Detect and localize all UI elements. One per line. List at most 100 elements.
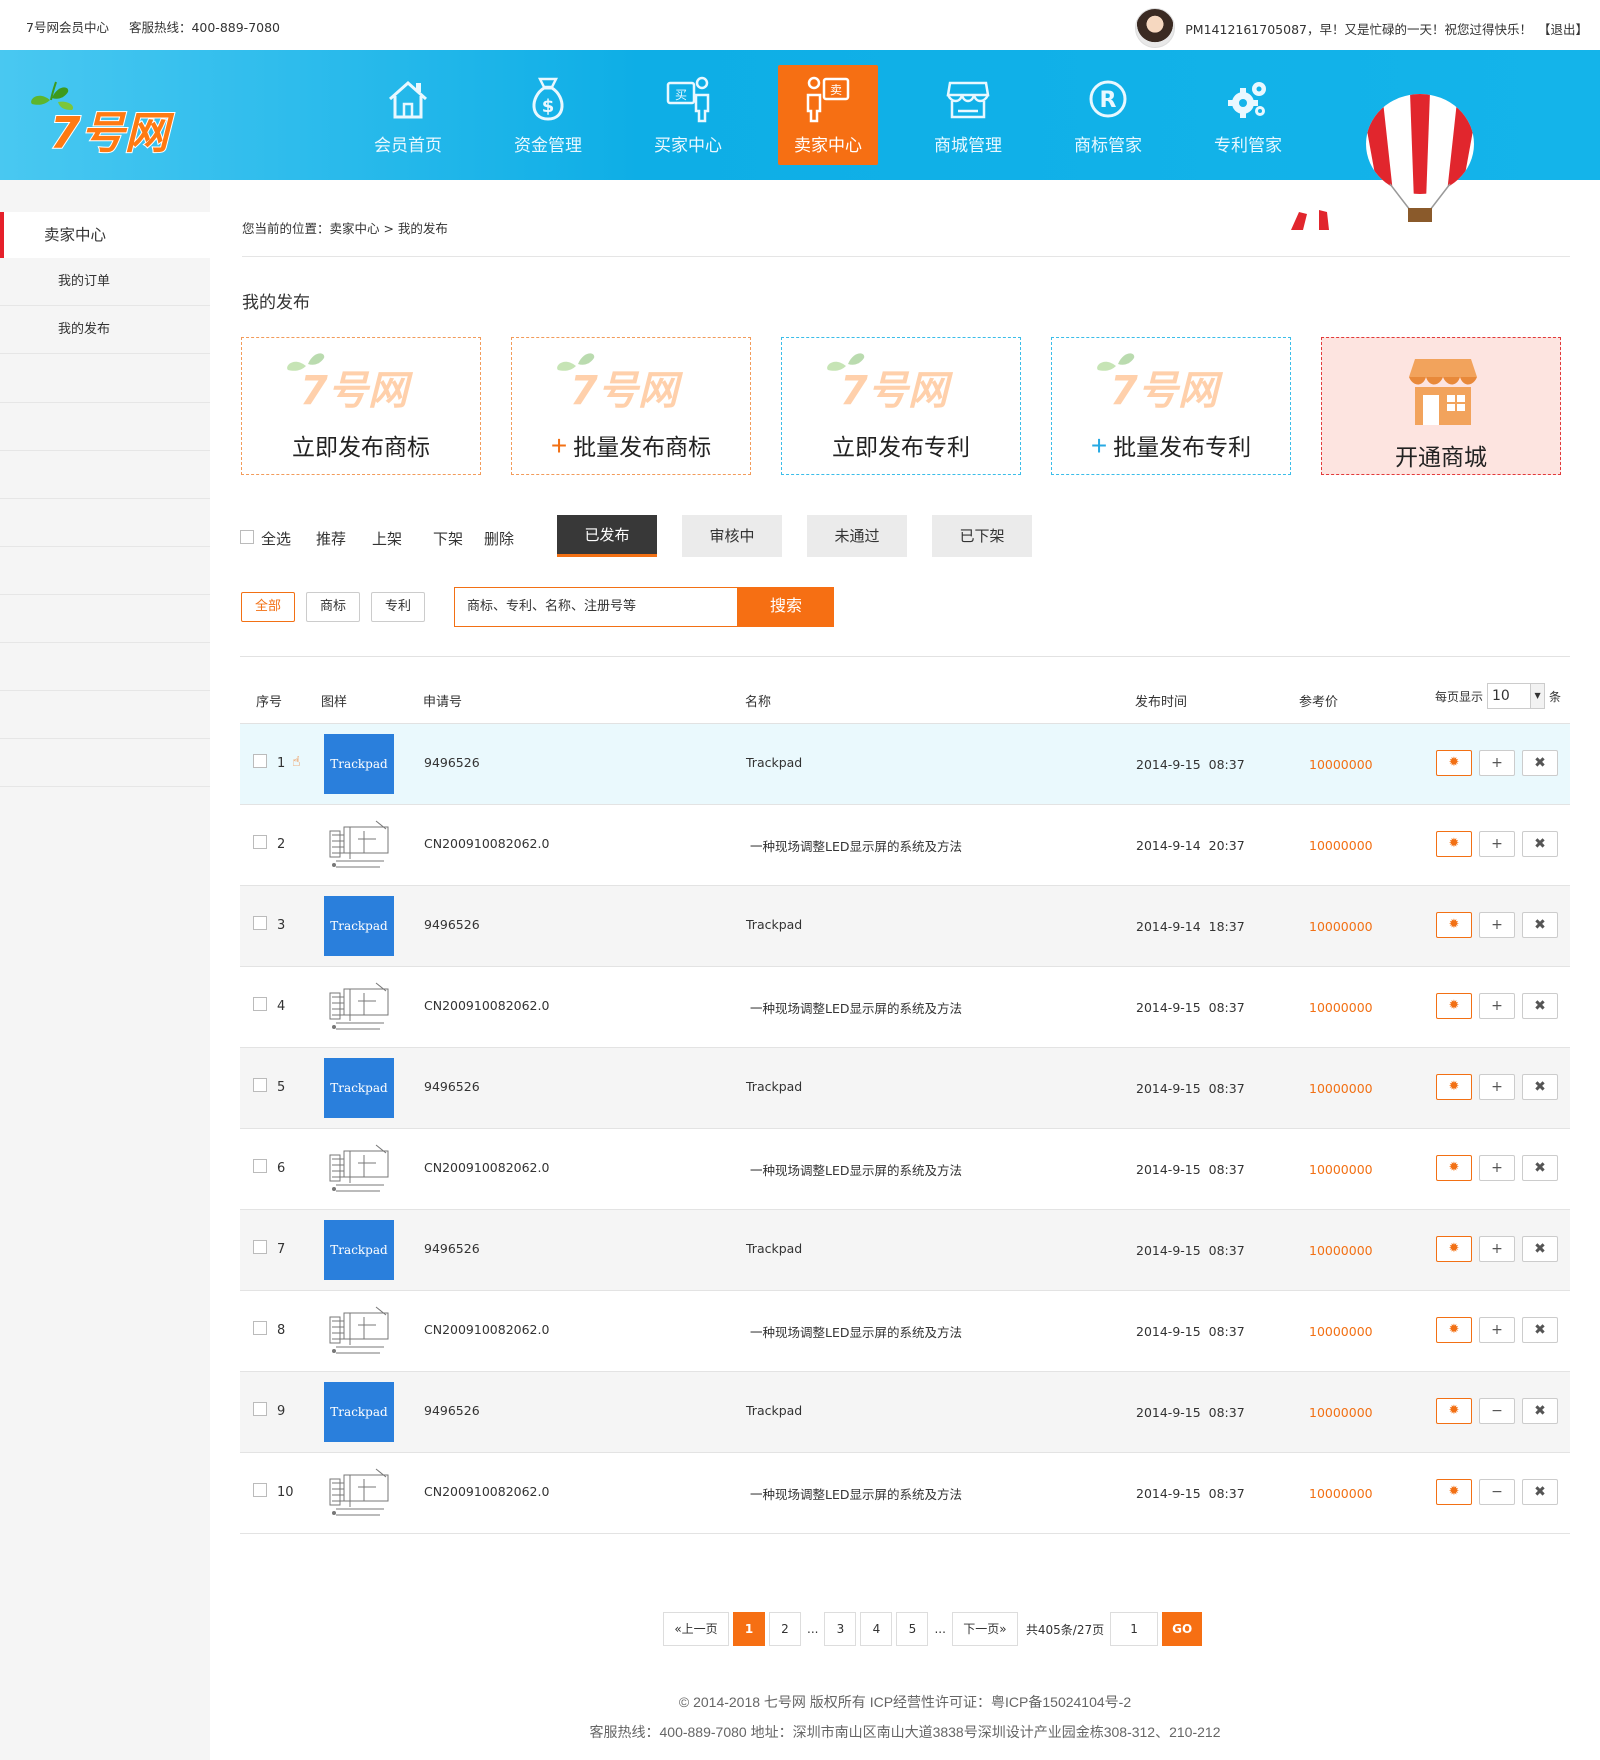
edit-gear-button[interactable]: ✹ bbox=[1436, 1398, 1472, 1424]
row-checkbox[interactable] bbox=[253, 997, 267, 1011]
row-checkbox[interactable] bbox=[253, 1240, 267, 1254]
trademark-thumbnail[interactable]: Trackpad bbox=[324, 1220, 394, 1280]
delete-button[interactable]: 删除 bbox=[484, 528, 514, 549]
table-row[interactable]: 3 Trackpad 9496526 Trackpad 2014-9-14 18:37 1… bbox=[240, 886, 1570, 967]
batch-publish-trademark-card[interactable]: 7号网 + 批量发布商标 bbox=[511, 337, 751, 475]
row-name[interactable]: 一种现场调整LED显示屏的系统及方法 bbox=[750, 836, 962, 855]
row-name[interactable]: 一种现场调整LED显示屏的系统及方法 bbox=[750, 998, 962, 1017]
trademark-thumbnail[interactable]: Trackpad bbox=[324, 896, 394, 956]
logout-link[interactable]: 【退出】 bbox=[1538, 19, 1588, 38]
table-row[interactable]: 8 CN200910082062.0 一种现场调整LED显示屏的系统及方法 2014-… bbox=[240, 1291, 1570, 1372]
edit-gear-button[interactable]: ✹ bbox=[1436, 1155, 1472, 1181]
edit-gear-button[interactable]: ✹ bbox=[1436, 750, 1472, 776]
sidebar-head-seller-center[interactable]: 卖家中心 bbox=[0, 212, 210, 258]
table-row[interactable]: 10 CN200910082062.0 一种现场调整LED显示屏的系统及方法 2014… bbox=[240, 1453, 1570, 1534]
row-checkbox[interactable] bbox=[253, 1483, 267, 1497]
page-2[interactable]: 2 bbox=[769, 1612, 801, 1646]
tab-published[interactable]: 已发布 bbox=[557, 515, 657, 557]
filter-all[interactable]: 全部 bbox=[241, 592, 295, 622]
delete-row-button[interactable]: ✖ bbox=[1522, 1317, 1558, 1343]
table-row[interactable]: 4 CN200910082062.0 一种现场调整LED显示屏的系统及方法 2014-… bbox=[240, 967, 1570, 1048]
row-checkbox[interactable] bbox=[253, 1159, 267, 1173]
next-page-button[interactable]: 下一页» bbox=[951, 1612, 1018, 1646]
table-row[interactable]: 6 CN200910082062.0 一种现场调整LED显示屏的系统及方法 2014-… bbox=[240, 1129, 1570, 1210]
batch-publish-patent-card[interactable]: 7号网 + 批量发布专利 bbox=[1051, 337, 1291, 475]
delete-row-button[interactable]: ✖ bbox=[1522, 831, 1558, 857]
row-name[interactable]: Trackpad bbox=[746, 917, 802, 932]
toggle-button[interactable]: + bbox=[1479, 1236, 1515, 1262]
search-input[interactable]: 商标、专利、名称、注册号等 bbox=[454, 587, 738, 627]
row-name[interactable]: Trackpad bbox=[746, 1079, 802, 1094]
toggle-button[interactable]: + bbox=[1479, 1155, 1515, 1181]
tab-rejected[interactable]: 未通过 bbox=[807, 515, 907, 557]
patent-drawing-thumbnail[interactable] bbox=[324, 1139, 394, 1199]
tab-under-review[interactable]: 审核中 bbox=[682, 515, 782, 557]
delete-row-button[interactable]: ✖ bbox=[1522, 912, 1558, 938]
table-row[interactable]: 1 ☝ Trackpad 9496526 Trackpad 2014-9-15 08:37… bbox=[240, 724, 1570, 805]
row-checkbox[interactable] bbox=[253, 835, 267, 849]
edit-gear-button[interactable]: ✹ bbox=[1436, 1317, 1472, 1343]
nav-mall-management[interactable]: 商城管理 bbox=[918, 65, 1018, 165]
delete-row-button[interactable]: ✖ bbox=[1522, 1074, 1558, 1100]
delete-row-button[interactable]: ✖ bbox=[1522, 993, 1558, 1019]
sidebar-item-my-orders[interactable]: 我的订单 bbox=[0, 258, 210, 306]
row-name[interactable]: Trackpad bbox=[746, 1241, 802, 1256]
per-page-select[interactable]: 10 ▼ bbox=[1487, 683, 1546, 709]
edit-gear-button[interactable]: ✹ bbox=[1436, 1479, 1472, 1505]
nav-trademark-manager[interactable]: R 商标管家 bbox=[1058, 65, 1158, 165]
nav-patent-manager[interactable]: 专利管家 bbox=[1198, 65, 1298, 165]
page-jump-input[interactable]: 1 bbox=[1110, 1612, 1159, 1646]
edit-gear-button[interactable]: ✹ bbox=[1436, 1236, 1472, 1262]
toggle-button[interactable]: + bbox=[1479, 912, 1515, 938]
page-3[interactable]: 3 bbox=[824, 1612, 857, 1646]
edit-gear-button[interactable]: ✹ bbox=[1436, 993, 1472, 1019]
trademark-thumbnail[interactable]: Trackpad bbox=[324, 1382, 394, 1442]
publish-patent-card[interactable]: 7号网 立即发布专利 bbox=[781, 337, 1021, 475]
row-checkbox[interactable] bbox=[253, 754, 267, 768]
select-all-label[interactable]: 全选 bbox=[261, 528, 291, 549]
toggle-button[interactable]: + bbox=[1479, 993, 1515, 1019]
delete-row-button[interactable]: ✖ bbox=[1522, 750, 1558, 776]
search-button[interactable]: 搜索 bbox=[738, 587, 834, 627]
publish-trademark-card[interactable]: 7号网 立即发布商标 bbox=[241, 337, 481, 475]
delete-row-button[interactable]: ✖ bbox=[1522, 1479, 1558, 1505]
nav-member-home[interactable]: 会员首页 bbox=[358, 65, 458, 165]
toggle-button[interactable]: + bbox=[1479, 831, 1515, 857]
go-button[interactable]: GO bbox=[1162, 1612, 1203, 1646]
on-shelf-button[interactable]: 上架 bbox=[372, 528, 402, 549]
edit-gear-button[interactable]: ✹ bbox=[1436, 912, 1472, 938]
patent-drawing-thumbnail[interactable] bbox=[324, 815, 394, 875]
toggle-button[interactable]: − bbox=[1479, 1479, 1515, 1505]
avatar[interactable] bbox=[1135, 8, 1176, 48]
table-row[interactable]: 9 Trackpad 9496526 Trackpad 2014-9-15 08:37 1… bbox=[240, 1372, 1570, 1453]
row-checkbox[interactable] bbox=[253, 1078, 267, 1092]
trademark-thumbnail[interactable]: Trackpad bbox=[324, 734, 394, 794]
page-1[interactable]: 1 bbox=[733, 1612, 765, 1646]
nav-seller-center[interactable]: 卖 卖家中心 bbox=[778, 65, 878, 165]
tab-removed[interactable]: 已下架 bbox=[932, 515, 1032, 557]
edit-gear-button[interactable]: ✹ bbox=[1436, 1074, 1472, 1100]
edit-gear-button[interactable]: ✹ bbox=[1436, 831, 1472, 857]
row-name[interactable]: 一种现场调整LED显示屏的系统及方法 bbox=[750, 1484, 962, 1503]
row-checkbox[interactable] bbox=[253, 1402, 267, 1416]
row-checkbox[interactable] bbox=[253, 916, 267, 930]
toggle-button[interactable]: + bbox=[1479, 1317, 1515, 1343]
open-mall-card[interactable]: 开通商城 bbox=[1321, 337, 1561, 475]
toggle-button[interactable]: − bbox=[1479, 1398, 1515, 1424]
row-name[interactable]: 一种现场调整LED显示屏的系统及方法 bbox=[750, 1322, 962, 1341]
sidebar-item-my-publish[interactable]: 我的发布 bbox=[0, 306, 210, 354]
toggle-button[interactable]: + bbox=[1479, 1074, 1515, 1100]
delete-row-button[interactable]: ✖ bbox=[1522, 1398, 1558, 1424]
page-4[interactable]: 4 bbox=[860, 1612, 893, 1646]
delete-row-button[interactable]: ✖ bbox=[1522, 1155, 1558, 1181]
filter-patent[interactable]: 专利 bbox=[371, 592, 425, 622]
trademark-thumbnail[interactable]: Trackpad bbox=[324, 1058, 394, 1118]
table-row[interactable]: 2 CN200910082062.0 一种现场调整LED显示屏的系统及方法 2014-… bbox=[240, 805, 1570, 886]
filter-trademark[interactable]: 商标 bbox=[306, 592, 360, 622]
delete-row-button[interactable]: ✖ bbox=[1522, 1236, 1558, 1262]
site-logo[interactable]: 7号网 bbox=[28, 78, 188, 158]
prev-page-button[interactable]: «上一页 bbox=[663, 1612, 729, 1646]
recommend-button[interactable]: 推荐 bbox=[316, 528, 346, 549]
toggle-button[interactable]: + bbox=[1479, 750, 1515, 776]
patent-drawing-thumbnail[interactable] bbox=[324, 1463, 394, 1523]
